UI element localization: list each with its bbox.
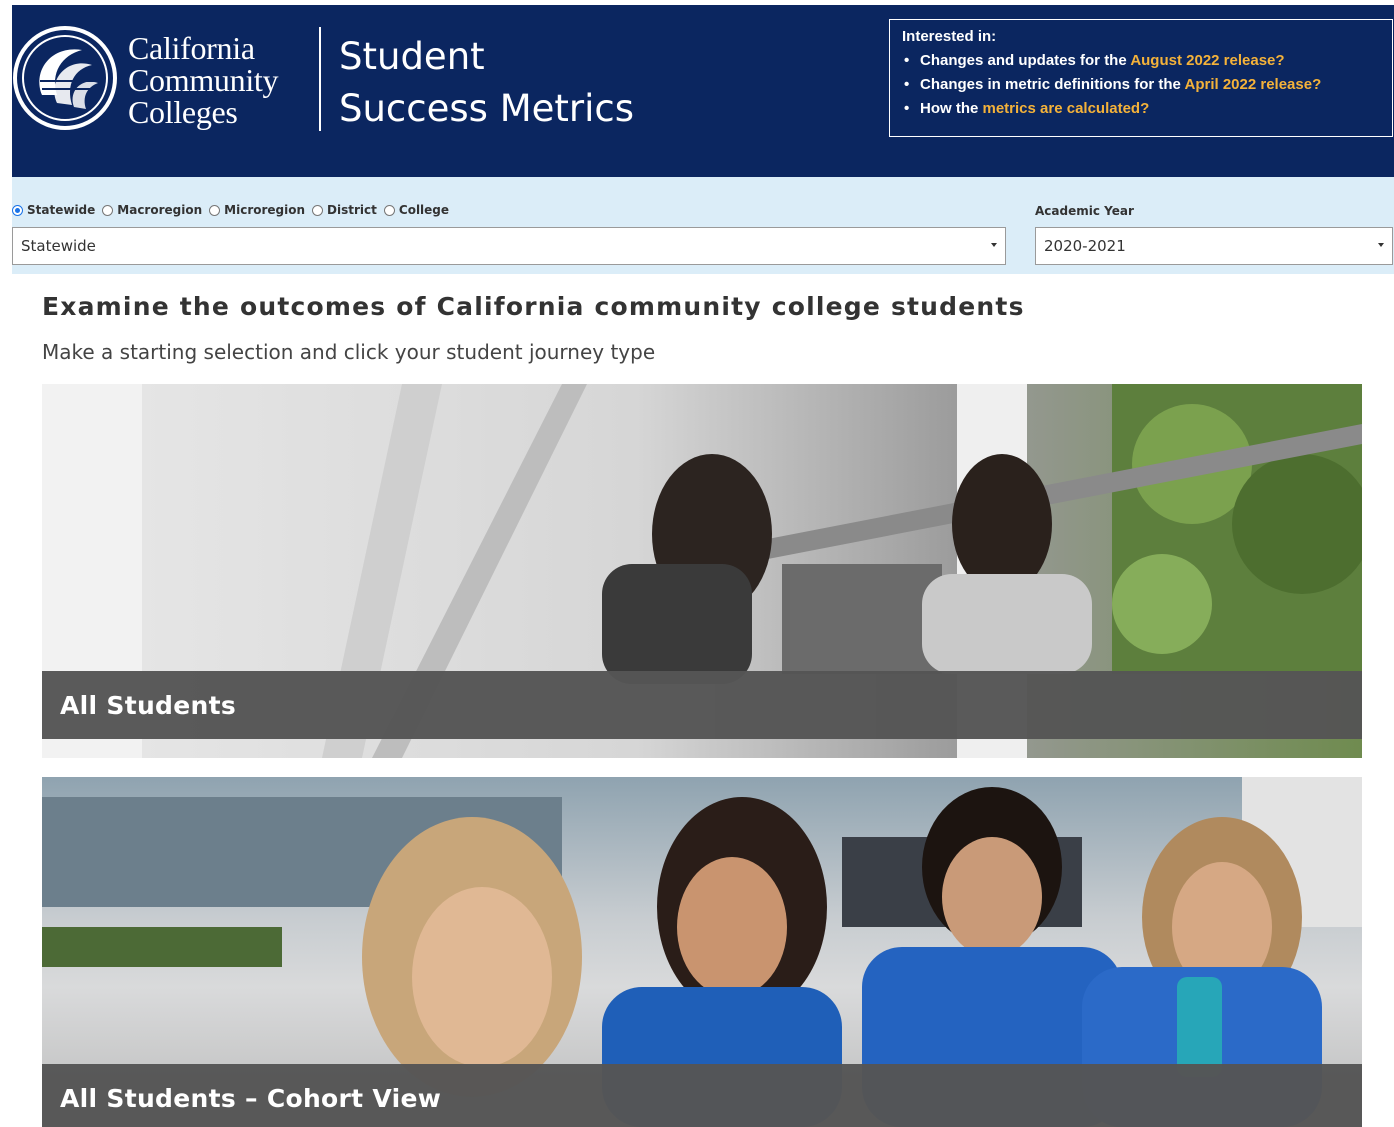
radio-label-macroregion: Macroregion bbox=[117, 203, 203, 217]
page-headline: Examine the outcomes of California commu… bbox=[42, 292, 1025, 321]
brand-line-2: Community bbox=[128, 62, 279, 98]
brand-line-3: Colleges bbox=[128, 94, 238, 130]
metrics-calculated-link[interactable]: metrics are calculated? bbox=[983, 100, 1150, 117]
filter-bar: Statewide Macroregion Microregion Distri… bbox=[12, 177, 1394, 274]
radio-college[interactable]: College bbox=[383, 203, 450, 217]
region-select-value: Statewide bbox=[21, 237, 96, 255]
radio-district[interactable]: District bbox=[312, 203, 377, 217]
radio-label-college: College bbox=[398, 203, 450, 217]
ccc-logo-icon[interactable] bbox=[12, 25, 118, 131]
app-title-line-1: Student bbox=[339, 35, 485, 78]
info-item-april-release: Changes in metric definitions for the Ap… bbox=[904, 73, 1380, 97]
app-title-line-2: Success Metrics bbox=[339, 87, 635, 130]
page-subhead: Make a starting selection and click your… bbox=[42, 340, 656, 364]
level-radio-group: Statewide Macroregion Microregion Distri… bbox=[12, 203, 456, 217]
august-release-link[interactable]: August 2022 release? bbox=[1130, 52, 1284, 69]
radio-button-district[interactable] bbox=[312, 204, 324, 216]
academic-year-label: Academic Year bbox=[1035, 204, 1134, 218]
caret-down-icon bbox=[1378, 243, 1384, 247]
academic-year-select-value: 2020-2021 bbox=[1044, 237, 1126, 255]
academic-year-select[interactable]: 2020-2021 bbox=[1035, 227, 1393, 265]
info-box: Interested in: Changes and updates for t… bbox=[889, 19, 1393, 137]
site-header: California Community Colleges Student Su… bbox=[12, 5, 1394, 177]
info-intro: Interested in: bbox=[902, 28, 997, 45]
brand-line-1: California bbox=[128, 30, 255, 66]
april-release-link[interactable]: April 2022 release? bbox=[1184, 76, 1321, 93]
radio-macroregion[interactable]: Macroregion bbox=[102, 203, 202, 217]
brand-wordmark: California Community Colleges bbox=[128, 30, 279, 130]
radio-button-macroregion[interactable] bbox=[102, 204, 114, 216]
info-item-august-release: Changes and updates for the August 2022 … bbox=[904, 49, 1380, 73]
radio-label-statewide: Statewide bbox=[27, 203, 96, 217]
info-item-calculations: How the metrics are calculated? bbox=[904, 97, 1380, 121]
journey-card-all-students[interactable]: All Students bbox=[42, 384, 1362, 758]
card-banner-cohort-view[interactable]: All Students – Cohort View bbox=[42, 1064, 1362, 1127]
app-title: Student Success Metrics bbox=[339, 31, 634, 135]
card-banner-all-students[interactable]: All Students bbox=[42, 671, 1362, 739]
radio-label-microregion: Microregion bbox=[224, 203, 306, 217]
radio-microregion[interactable]: Microregion bbox=[209, 203, 305, 217]
radio-button-statewide[interactable] bbox=[12, 204, 23, 216]
header-divider bbox=[319, 27, 321, 131]
info-list: Changes and updates for the August 2022 … bbox=[902, 49, 1380, 121]
journey-card-cohort-view[interactable]: All Students – Cohort View bbox=[42, 777, 1362, 1127]
radio-label-district: District bbox=[327, 203, 377, 217]
radio-statewide[interactable]: Statewide bbox=[12, 203, 95, 217]
radio-button-microregion[interactable] bbox=[209, 204, 221, 216]
caret-down-icon bbox=[991, 243, 997, 247]
region-select[interactable]: Statewide bbox=[12, 227, 1006, 265]
radio-button-college[interactable] bbox=[383, 204, 395, 216]
